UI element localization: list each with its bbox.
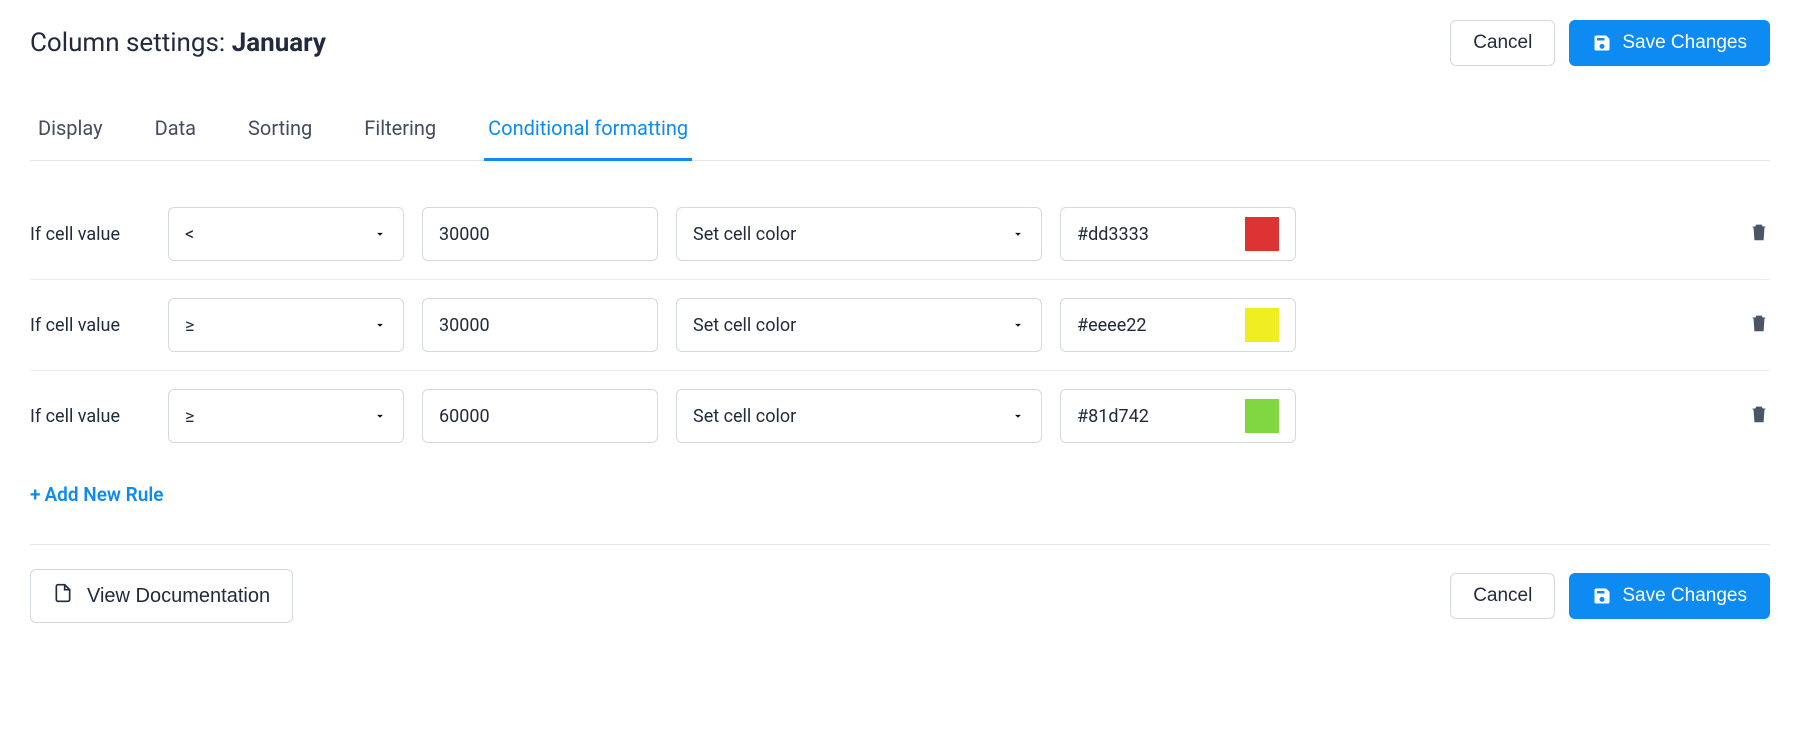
operator-select[interactable]: < (168, 207, 404, 261)
tabs-bar: Display Data Sorting Filtering Condition… (30, 106, 1770, 161)
doc-button-label: View Documentation (87, 585, 270, 608)
save-icon (1592, 586, 1612, 606)
delete-rule-button[interactable] (1748, 221, 1770, 247)
chevron-down-icon (373, 227, 387, 241)
trash-icon (1748, 403, 1770, 429)
operator-select[interactable]: ≥ (168, 298, 404, 352)
chevron-down-icon (1011, 409, 1025, 423)
tab-display[interactable]: Display (34, 106, 107, 161)
header-action-row: Cancel Save Changes (1450, 20, 1770, 66)
save-button[interactable]: Save Changes (1569, 573, 1770, 619)
save-icon (1592, 33, 1612, 53)
value-input[interactable]: 30000 (422, 207, 658, 261)
operator-value: ≥ (185, 315, 194, 336)
color-swatch (1245, 217, 1279, 251)
add-rule-label: Add New Rule (44, 483, 163, 506)
page-title: Column settings: January (30, 28, 326, 58)
tab-label: Filtering (364, 116, 436, 140)
color-input[interactable]: #81d742 (1060, 389, 1296, 443)
cancel-button-label: Cancel (1473, 32, 1532, 54)
value-input[interactable]: 30000 (422, 298, 658, 352)
action-value: Set cell color (693, 406, 796, 427)
delete-rule-button[interactable] (1748, 403, 1770, 429)
cancel-button[interactable]: Cancel (1450, 20, 1555, 66)
tab-label: Conditional formatting (488, 116, 688, 140)
action-select[interactable]: Set cell color (676, 298, 1042, 352)
operator-value: < (185, 224, 194, 245)
rule-row: If cell value < 30000 Set cell color #dd… (30, 189, 1770, 280)
save-button-label: Save Changes (1622, 32, 1747, 54)
title-prefix: Column settings: (30, 28, 232, 58)
delete-rule-button[interactable] (1748, 312, 1770, 338)
rule-row: If cell value ≥ 60000 Set cell color #81… (30, 371, 1770, 461)
view-documentation-button[interactable]: View Documentation (30, 569, 293, 623)
tab-conditional-formatting[interactable]: Conditional formatting (484, 106, 692, 161)
tab-filtering[interactable]: Filtering (360, 106, 440, 161)
trash-icon (1748, 221, 1770, 247)
cancel-button-label: Cancel (1473, 585, 1532, 607)
page-footer: View Documentation Cancel Save Changes (30, 544, 1770, 623)
rule-label: If cell value (30, 315, 150, 336)
color-hex: #eeee22 (1077, 315, 1147, 336)
action-value: Set cell color (693, 315, 796, 336)
add-rule-button[interactable]: + Add New Rule (30, 483, 164, 506)
chevron-down-icon (373, 318, 387, 332)
operator-value: ≥ (185, 406, 194, 427)
color-swatch (1245, 308, 1279, 342)
chevron-down-icon (1011, 318, 1025, 332)
save-button[interactable]: Save Changes (1569, 20, 1770, 66)
document-icon (53, 582, 73, 610)
chevron-down-icon (373, 409, 387, 423)
trash-icon (1748, 312, 1770, 338)
column-name: January (232, 28, 326, 58)
footer-action-row: Cancel Save Changes (1450, 573, 1770, 619)
cancel-button[interactable]: Cancel (1450, 573, 1555, 619)
rules-list: If cell value < 30000 Set cell color #dd… (30, 189, 1770, 461)
color-hex: #dd3333 (1077, 224, 1149, 245)
action-select[interactable]: Set cell color (676, 207, 1042, 261)
tab-label: Data (155, 116, 196, 140)
operator-select[interactable]: ≥ (168, 389, 404, 443)
page-header: Column settings: January Cancel Save Cha… (30, 20, 1770, 66)
tab-label: Sorting (248, 116, 312, 140)
action-value: Set cell color (693, 224, 796, 245)
tab-label: Display (38, 116, 103, 140)
value-text: 30000 (439, 224, 490, 245)
color-input[interactable]: #dd3333 (1060, 207, 1296, 261)
value-text: 60000 (439, 406, 490, 427)
action-select[interactable]: Set cell color (676, 389, 1042, 443)
value-input[interactable]: 60000 (422, 389, 658, 443)
color-input[interactable]: #eeee22 (1060, 298, 1296, 352)
rule-label: If cell value (30, 406, 150, 427)
tab-data[interactable]: Data (151, 106, 200, 161)
color-hex: #81d742 (1077, 406, 1149, 427)
rule-row: If cell value ≥ 30000 Set cell color #ee… (30, 280, 1770, 371)
tab-sorting[interactable]: Sorting (244, 106, 316, 161)
value-text: 30000 (439, 315, 490, 336)
plus-icon: + (30, 483, 40, 506)
rule-label: If cell value (30, 224, 150, 245)
color-swatch (1245, 399, 1279, 433)
chevron-down-icon (1011, 227, 1025, 241)
save-button-label: Save Changes (1622, 585, 1747, 607)
